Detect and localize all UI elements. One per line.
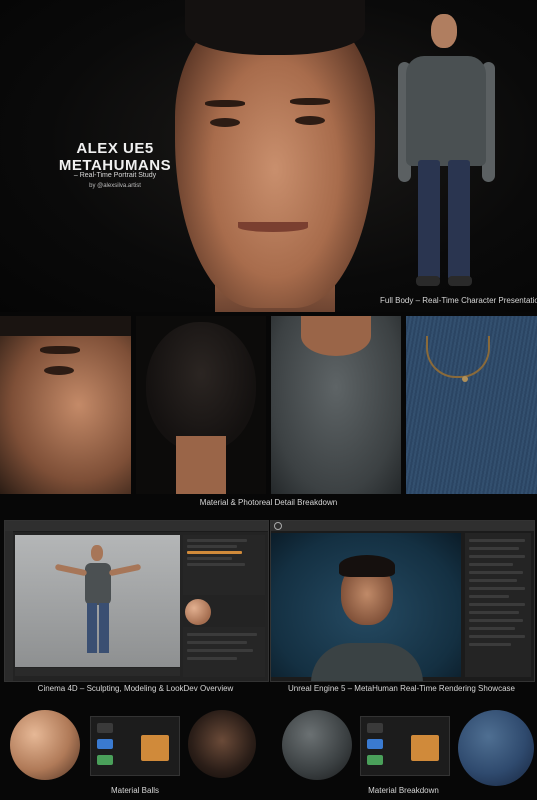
- node-graph-left: [90, 716, 180, 776]
- denim-material-ball: [458, 710, 534, 786]
- page-title: ALEX UE5 METAHUMANS: [58, 140, 172, 174]
- c4d-torso: [85, 563, 111, 605]
- mouth: [238, 222, 308, 232]
- back-hair: [146, 322, 256, 452]
- left-brow: [205, 100, 245, 107]
- unreal-details-panel: [465, 533, 531, 677]
- c4d-right-arm: [108, 563, 142, 577]
- shirt-neckline: [301, 316, 371, 356]
- closeup-hair: [0, 316, 131, 336]
- node: [367, 723, 383, 733]
- fb-left-leg: [418, 160, 440, 280]
- node: [97, 755, 113, 765]
- unreal-viewport[interactable]: [271, 533, 461, 681]
- jeans-rivet: [462, 376, 468, 382]
- cinema4d-viewport[interactable]: [15, 535, 180, 667]
- hair-material-ball: [188, 710, 256, 778]
- unreal-toolbar: [271, 521, 534, 532]
- back-neck: [176, 436, 226, 494]
- node: [411, 735, 439, 761]
- c4d-left-arm: [54, 563, 88, 577]
- skin-material-ball: [10, 710, 80, 780]
- fb-right-shoe: [448, 276, 472, 286]
- cinema4d-left-tools: [5, 531, 13, 681]
- ue-shirt: [311, 643, 423, 681]
- right-brow: [290, 98, 330, 105]
- caption-full-body: Full Body – Real-Time Character Presenta…: [380, 296, 537, 305]
- detail-denim-fabric: [406, 316, 537, 494]
- fb-head: [431, 14, 457, 48]
- ue-hair: [339, 555, 395, 577]
- caption-detail: Material & Photoreal Detail Breakdown: [199, 498, 338, 507]
- jeans-pocket: [426, 336, 490, 378]
- cinema4d-attributes: [183, 627, 265, 677]
- node: [141, 735, 169, 761]
- c4d-material-preview: [185, 599, 211, 625]
- fb-torso: [406, 56, 486, 166]
- node-graph-right: [360, 716, 450, 776]
- caption-unreal: Unreal Engine 5 – MetaHuman Real-Time Re…: [288, 684, 515, 693]
- portrait-hair: [185, 0, 365, 55]
- page-subtitle: – Real-Time Portrait Study: [73, 172, 157, 179]
- fb-left-shoe: [416, 276, 440, 286]
- left-eye: [210, 118, 240, 127]
- closeup-brow: [40, 346, 80, 354]
- node: [97, 723, 113, 733]
- caption-material-breakdown: Material Breakdown: [368, 786, 439, 795]
- caption-material-balls: Material Balls: [110, 786, 159, 795]
- unreal-window: [270, 520, 535, 682]
- byline: by @alexsilva.artist: [89, 183, 141, 189]
- cinema4d-window: [4, 520, 269, 682]
- node: [367, 739, 383, 749]
- detail-face-closeup: [0, 316, 131, 494]
- cinema4d-object-manager: [183, 535, 265, 595]
- c4d-left-leg: [87, 603, 97, 653]
- cinema4d-timeline[interactable]: [15, 668, 180, 676]
- detail-back-of-head: [136, 316, 266, 494]
- unreal-logo-icon[interactable]: [274, 522, 282, 530]
- c4d-head: [91, 545, 103, 561]
- c4d-right-leg: [99, 603, 109, 653]
- node: [367, 755, 383, 765]
- caption-cinema4d: Cinema 4D – Sculpting, Modeling & LookDe…: [37, 684, 234, 693]
- closeup-eye: [44, 366, 74, 375]
- cinema4d-toolbar: [5, 521, 268, 532]
- node: [97, 739, 113, 749]
- fb-right-leg: [448, 160, 470, 280]
- fabric-material-ball: [282, 710, 352, 780]
- detail-shirt-fabric: [271, 316, 401, 494]
- right-eye: [295, 116, 325, 125]
- hero-portrait-panel: ALEX UE5 METAHUMANS – Real-Time Portrait…: [0, 0, 537, 312]
